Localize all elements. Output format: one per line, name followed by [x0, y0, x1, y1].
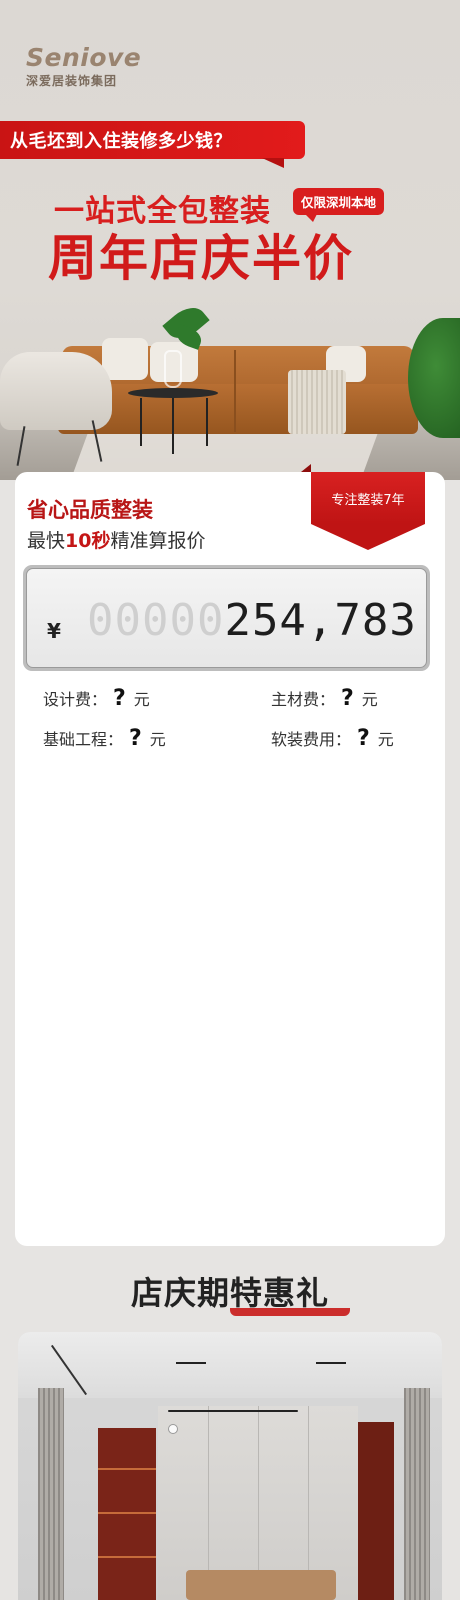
fee-unit: 元 — [377, 730, 394, 749]
headline-primary: 一站式全包整装 — [54, 194, 271, 229]
ribbon-fold — [301, 464, 311, 472]
pendant-bulb — [168, 1424, 178, 1434]
local-tag-pointer — [305, 214, 317, 222]
rug — [71, 432, 379, 477]
shelf-light — [98, 1468, 156, 1470]
brand-subtitle: 深爱居装饰集团 — [26, 74, 118, 88]
fee-unit: 元 — [133, 690, 150, 709]
subtitle-prefix: 最快 — [27, 530, 66, 552]
wall-pillar-left — [38, 1388, 64, 1600]
table-leg — [172, 398, 174, 454]
ribbon-tip — [311, 524, 425, 550]
calculator-title: 省心品质整装 — [27, 498, 153, 522]
local-only-tag: 仅限深圳本地 — [293, 188, 385, 215]
subtitle-suffix: 精准算报价 — [110, 530, 206, 552]
wall-door — [358, 1422, 394, 1600]
amount-value: 254,783 — [224, 595, 417, 646]
fee-value: ? — [129, 726, 142, 751]
pendant-lamp — [168, 1410, 298, 1412]
gift-section-title: 店庆期特惠礼 — [0, 1268, 460, 1314]
subtitle-highlight: 10秒 — [65, 530, 111, 552]
ceiling-light — [316, 1362, 346, 1364]
fee-value: ? — [357, 726, 370, 751]
shelf-light — [98, 1512, 156, 1514]
gift-title-prefix: 店庆期 — [130, 1274, 230, 1312]
coffee-table — [128, 388, 218, 398]
interior-photo — [18, 1332, 442, 1600]
table-leg — [206, 398, 208, 446]
dining-table — [186, 1570, 336, 1600]
fee-label: 基础工程： — [43, 730, 124, 749]
fee-value: ? — [113, 686, 126, 711]
fee-materials: 主材费：? 元 — [271, 686, 378, 711]
wall-pillar-right — [404, 1388, 430, 1600]
question-banner-tail — [262, 158, 284, 168]
fee-base-construction: 基础工程：? 元 — [43, 726, 166, 751]
ceiling-light — [176, 1362, 206, 1364]
fee-unit: 元 — [149, 730, 166, 749]
glass-vase — [164, 350, 182, 388]
fee-value: ? — [341, 686, 354, 711]
fee-design: 设计费：? 元 — [43, 686, 150, 711]
question-banner: 从毛坯到入住装修多少钱？ — [0, 121, 305, 159]
calculator-subtitle: 最快10秒精准算报价 — [27, 526, 205, 553]
fee-soft-furnishing: 软装费用：? 元 — [271, 726, 394, 751]
armchair — [0, 352, 112, 430]
quote-calculator-card: 省心品质整装 最快10秒精准算报价 专注整装7年 ¥ 00000254,783 … — [15, 464, 445, 1246]
quote-display-screen: ¥ 00000254,783 — [26, 568, 427, 668]
ribbon-label: 专注整装7年 — [311, 472, 425, 524]
knit-blanket — [288, 370, 346, 434]
brand-name: Seniove — [26, 43, 142, 72]
sofa-seam — [234, 350, 236, 432]
question-text: 从毛坯到入住装修多少钱？ — [10, 131, 232, 152]
shelf-light — [98, 1556, 156, 1558]
table-leg — [140, 398, 142, 446]
placeholder-digits: 00000 — [87, 595, 225, 646]
gift-title-emphasis: 特惠礼 — [230, 1274, 330, 1312]
brand-logo: Seniove 深爱居装饰集团 — [26, 44, 141, 89]
currency-symbol: ¥ — [47, 619, 61, 643]
experience-ribbon: 专注整装7年 — [301, 464, 425, 550]
headline-promo: 周年店庆半价 — [48, 230, 355, 287]
fee-label: 软装费用： — [271, 730, 352, 749]
fee-label: 主材费： — [271, 690, 336, 709]
quote-amount: 00000254,783 — [87, 595, 417, 646]
pillow-left — [102, 338, 148, 380]
hero-banner: Seniove 深爱居装饰集团 从毛坯到入住装修多少钱？ 一站式全包整装 仅限深… — [0, 0, 460, 480]
sofa-seat — [58, 384, 418, 434]
quote-display: ¥ 00000254,783 — [23, 565, 430, 671]
display-shelf — [98, 1428, 156, 1600]
fee-label: 设计费： — [43, 690, 108, 709]
fee-unit: 元 — [361, 690, 378, 709]
